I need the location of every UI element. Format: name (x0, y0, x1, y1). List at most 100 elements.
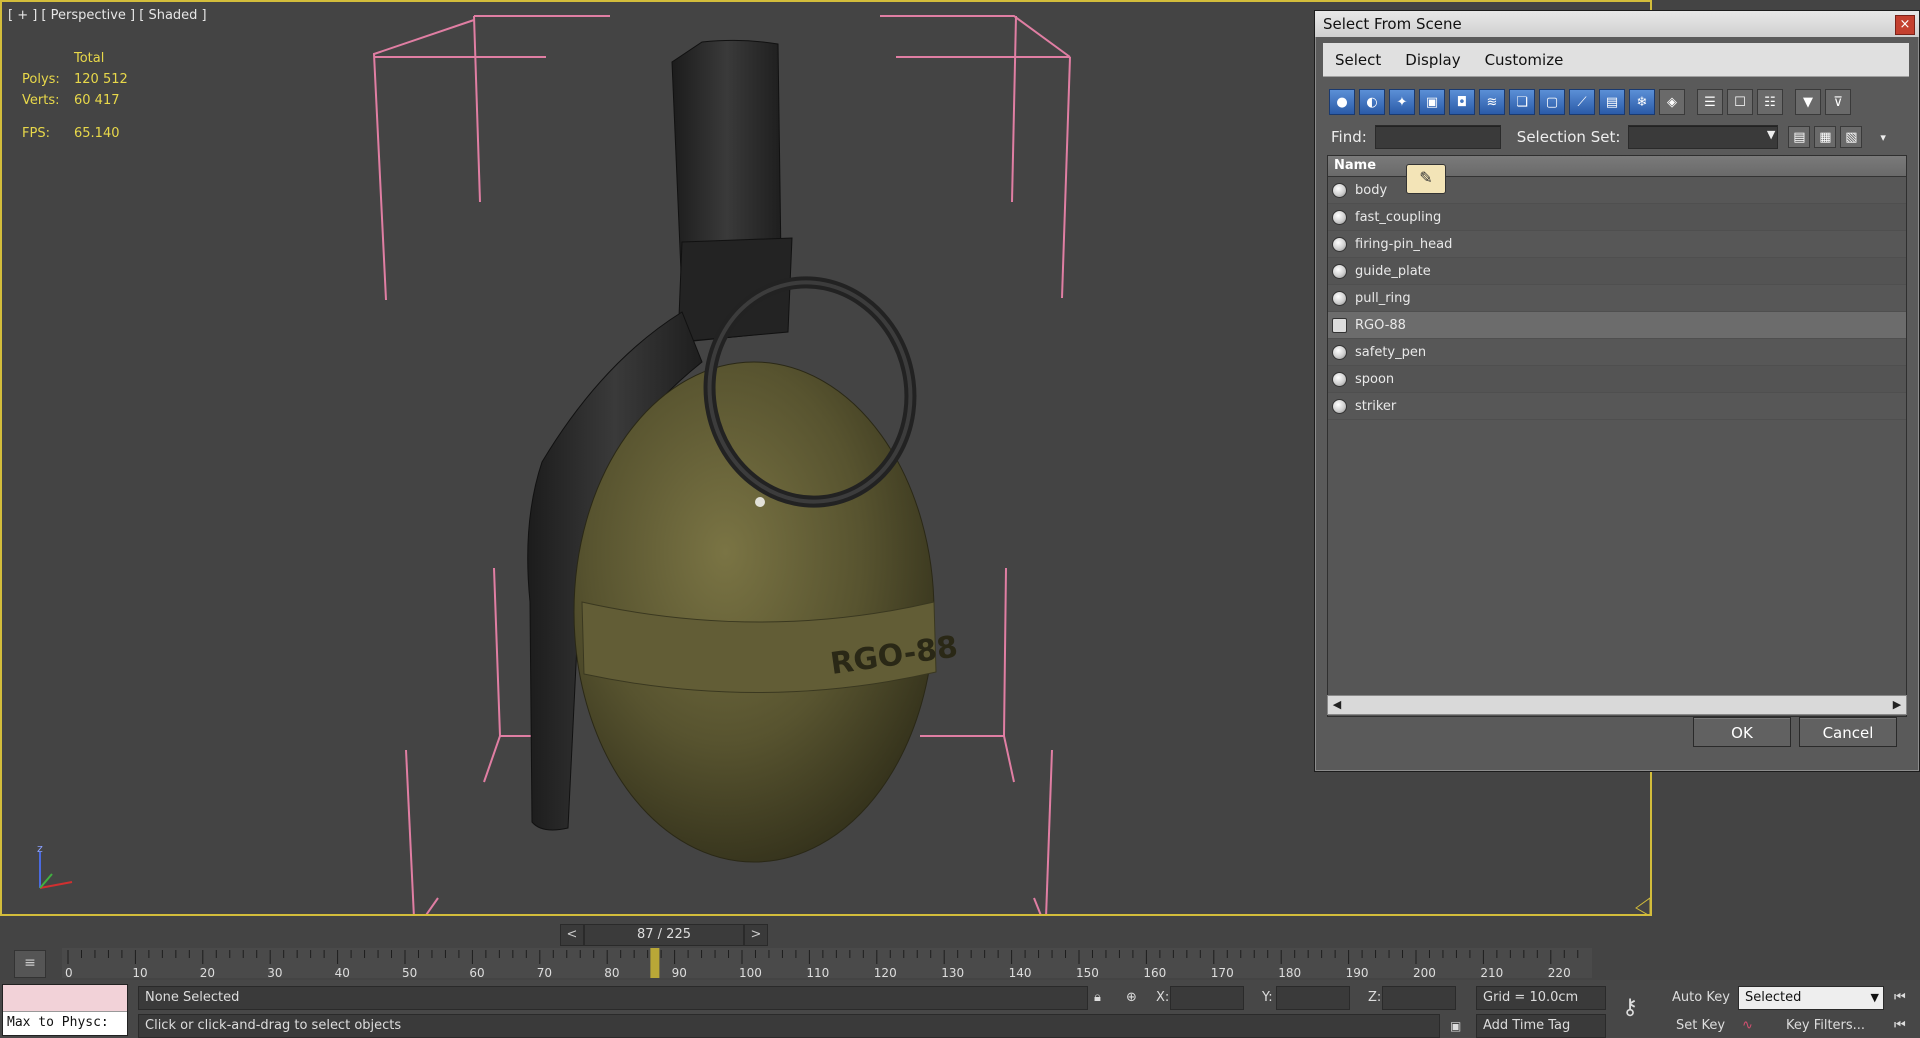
menu-display[interactable]: Display (1405, 51, 1460, 69)
axis-gizmo: z (37, 842, 73, 889)
list-item-label: striker (1355, 398, 1397, 414)
timeline-tick-label: 100 (739, 966, 762, 980)
display-xrefs-icon[interactable]: ▢ (1539, 89, 1565, 115)
maxscript-listener[interactable]: Max to Physc: (2, 984, 128, 1036)
time-slider[interactable]: < 87 / 225 > (560, 924, 768, 946)
display-groups-icon[interactable]: ❏ (1509, 89, 1535, 115)
stats-header: Total (74, 51, 105, 66)
scroll-right-icon[interactable]: ▶ (1888, 696, 1906, 714)
cancel-button[interactable]: Cancel (1799, 717, 1897, 747)
list-item[interactable]: fast_coupling (1328, 204, 1906, 231)
object-sphere-icon (1332, 371, 1347, 387)
x-coordinate-field[interactable] (1170, 986, 1244, 1010)
object-sphere-icon (1332, 344, 1347, 360)
display-helpers-icon[interactable]: ◘ (1449, 89, 1475, 115)
add-time-tag[interactable]: Add Time Tag (1476, 1014, 1606, 1038)
list-item-label: fast_coupling (1355, 209, 1442, 225)
list-item[interactable]: spoon (1328, 366, 1906, 393)
list-item-label: firing-pin_head (1355, 236, 1453, 252)
timeline-tick-label: 180 (1278, 966, 1301, 980)
display-geometry-icon[interactable]: ● (1329, 89, 1355, 115)
playhead[interactable] (650, 948, 660, 978)
next-frame-button[interactable]: > (744, 924, 768, 946)
scene-object-list[interactable]: Name ✎ body fast_coupling firing-pin_head g… (1327, 155, 1907, 717)
display-containers-icon[interactable]: ▤ (1599, 89, 1625, 115)
object-sphere-icon (1332, 182, 1347, 198)
fps-value: 65.140 (74, 126, 120, 141)
name-column-header[interactable]: Name ✎ (1328, 156, 1906, 194)
status-bar: Max to Physc: None Selected Click or cli… (0, 980, 1920, 1038)
prev-frame-button[interactable]: < (560, 924, 584, 946)
open-curve-editor-icon[interactable]: ≡ (14, 950, 46, 978)
remove-from-selection-set-icon[interactable]: ▧ (1840, 126, 1863, 148)
selection-set-dropdown[interactable]: ▼ (1628, 125, 1779, 149)
display-cameras-icon[interactable]: ▣ (1419, 89, 1445, 115)
menu-customize[interactable]: Customize (1485, 51, 1564, 69)
key-mode-dropdown[interactable]: Selected ▼ (1738, 986, 1884, 1010)
timeline-tick-label: 10 (132, 966, 147, 980)
viewport-label[interactable]: [ + ] [ Perspective ] [ Shaded ] (8, 8, 207, 23)
grenade-model: RGO-88 (527, 39, 960, 863)
timeline-tick-label: 90 (672, 966, 687, 980)
horizontal-scrollbar[interactable]: ◀ ▶ (1327, 695, 1907, 715)
y-label: Y: (1262, 990, 1273, 1005)
list-item[interactable]: RGO-88 (1328, 312, 1906, 339)
key-icon[interactable]: ⚷ (1622, 996, 1638, 1020)
set-key-curve-icon[interactable]: ∿ (1742, 1014, 1753, 1038)
set-key-button[interactable]: Set Key (1676, 1014, 1725, 1038)
display-bones-icon[interactable]: ⟋ (1569, 89, 1595, 115)
timeline-tick-label: 110 (806, 966, 829, 980)
timeline-tick-label: 170 (1211, 966, 1234, 980)
scene-statistics: Total Polys: 120 512 Verts: 60 417 FPS: … (22, 48, 154, 144)
filter-icon[interactable]: ▼ (1795, 89, 1821, 115)
invert-display-icon[interactable]: ☷ (1757, 89, 1783, 115)
absolute-mode-icon[interactable]: ⊕ (1126, 986, 1137, 1010)
display-hidden-icon[interactable]: ◈ (1659, 89, 1685, 115)
select-from-scene-dialog: Select From Scene × Select Display Custo… (1314, 10, 1920, 772)
list-item[interactable]: striker (1328, 393, 1906, 420)
display-all-icon[interactable]: ☰ (1697, 89, 1723, 115)
timeline-tick-label: 120 (874, 966, 897, 980)
key-filters-button[interactable]: Key Filters... (1786, 1014, 1865, 1038)
list-item[interactable]: guide_plate (1328, 258, 1906, 285)
object-sphere-icon (1332, 398, 1347, 414)
y-coordinate-field[interactable] (1276, 986, 1350, 1010)
list-item-label: RGO-88 (1355, 317, 1406, 333)
timeline-tick-label: 60 (469, 966, 484, 980)
go-to-start-icon[interactable]: ⏮ (1894, 986, 1906, 1010)
create-selection-set-icon[interactable]: ▤ (1788, 126, 1811, 148)
list-item[interactable]: pull_ring (1328, 285, 1906, 312)
display-frozen-icon[interactable]: ❄ (1629, 89, 1655, 115)
display-none-icon[interactable]: ☐ (1727, 89, 1753, 115)
scroll-left-icon[interactable]: ◀ (1328, 696, 1346, 714)
name-column-label: Name (1334, 158, 1377, 173)
ok-button[interactable]: OK (1693, 717, 1791, 747)
timeline-tick-label: 140 (1009, 966, 1032, 980)
find-label: Find: (1331, 128, 1367, 146)
frame-counter[interactable]: 87 / 225 (584, 924, 744, 946)
dialog-title-bar[interactable]: Select From Scene (1315, 11, 1919, 37)
listener-text: Max to Physc: (7, 1015, 109, 1030)
verts-label: Verts: (22, 93, 60, 108)
track-bar[interactable]: 0 10 20 30 40 50 60 70 80 90 100 110 120 130 140 150 160… (0, 948, 1660, 980)
close-button[interactable]: × (1895, 15, 1915, 35)
menu-select[interactable]: Select (1335, 51, 1381, 69)
time-tag-icon[interactable]: ▣ (1450, 1014, 1461, 1038)
z-coordinate-field[interactable] (1382, 986, 1456, 1010)
add-to-selection-set-icon[interactable]: ▦ (1814, 126, 1837, 148)
polys-label: Polys: (22, 72, 60, 87)
display-spacewarps-icon[interactable]: ≋ (1479, 89, 1505, 115)
list-item[interactable]: firing-pin_head (1328, 231, 1906, 258)
display-shapes-icon[interactable]: ◐ (1359, 89, 1385, 115)
overflow-icon[interactable]: ▾ (1880, 131, 1886, 144)
list-item-label: safety_pen (1355, 344, 1427, 360)
find-input[interactable] (1374, 125, 1501, 149)
list-item[interactable]: safety_pen (1328, 339, 1906, 366)
timeline-tick-label: 210 (1480, 966, 1503, 980)
go-to-start-secondary-icon[interactable]: ⏮ (1894, 1014, 1906, 1038)
lock-icon[interactable]: 🔒︎ (1094, 986, 1101, 1010)
display-lights-icon[interactable]: ✦ (1389, 89, 1415, 115)
filter-selection-icon[interactable]: ⊽ (1825, 89, 1851, 115)
find-row: Find: Selection Set: ▼ ▤ ▦ ▧ ▾ (1323, 123, 1909, 151)
auto-key-button[interactable]: Auto Key (1672, 986, 1730, 1010)
